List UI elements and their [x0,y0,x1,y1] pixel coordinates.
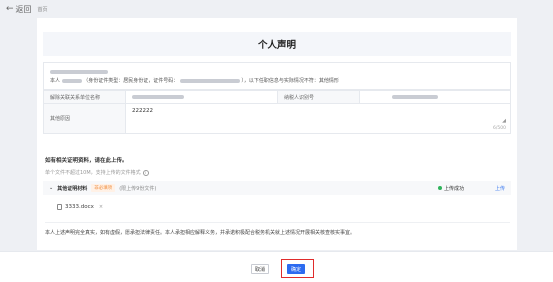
cancel-button[interactable]: 取消 [251,264,269,274]
title-box: 个人声明 [43,32,511,56]
proof-hint: 单个文件不超过10M，支持上传的文件格式 i [45,169,149,176]
statement-line-1 [50,68,504,77]
taxpayer-value [360,91,510,103]
employer-label: 解除关联关系单位名称 [44,91,126,103]
material-name: 其他证明材料 [57,185,88,192]
resize-handle-icon[interactable]: ◢ [502,118,506,124]
statement-box: 本人 （身份证件类型：居民身份证，证件号码： ），以下任职信息与实际情况不符：其… [43,62,511,90]
chevron-down-icon[interactable]: ⌄ [49,185,53,191]
proof-hint-text: 单个文件不超过10M，支持上传的文件格式 [45,170,141,176]
upload-status-text: 上传成功 [444,185,465,192]
statement-line-2: 本人 （身份证件类型：居民身份证，证件号码： ），以下任职信息与实际情况不符：其… [50,77,504,86]
char-counter: 6/500 [493,126,506,131]
reason-label: 其他原因 [44,104,126,133]
back-button[interactable]: ← 返回 [6,4,32,15]
statement-id-type: （身份证件类型：居民身份证，证件号码： [83,78,179,84]
reason-value: 222222 [132,108,153,114]
material-note: (限上传9份文件) [119,185,157,192]
redacted-name [61,78,82,83]
redacted-id [179,78,240,83]
redacted-text [50,69,108,74]
file-item: 3333.docx × [57,204,103,210]
taxpayer-label: 纳税人识别号 [278,91,360,103]
employer-value [126,91,278,103]
redacted-taxpayer [392,95,438,99]
back-arrow-icon: ← [6,4,14,14]
material-header: ⌄ 其他证明材料 非必填项 (限上传9份文件) 上传成功 上传 [43,181,511,195]
footer-bar: 取消 确定 [0,251,553,282]
proof-title: 如有相关证明资料，请在此上传。 [45,158,128,164]
optional-tag: 非必填项 [91,184,116,192]
redacted-employer [132,95,184,99]
page-title: 个人声明 [257,40,296,51]
upload-status: 上传成功 [438,185,464,192]
top-bar: ← 返回 首页 [0,0,553,18]
commitment-text: 本人上述声明完全真实，如有虚假，愿承担法律责任。本人承担相应解释义务，并承诺积极… [45,222,510,236]
statement-suffix: ），以下任职信息与实际情况不符：其他情形 [241,78,339,84]
breadcrumb[interactable]: 首页 [38,6,48,13]
back-label: 返回 [15,4,32,14]
info-icon[interactable]: i [142,169,149,176]
reason-textarea[interactable]: 222222 ◢ 6/500 [126,104,510,133]
employer-row: 解除关联关系单位名称 纳税人识别号 [43,90,511,104]
declaration-card: 个人声明 本人 （身份证件类型：居民身份证，证件号码： ），以下任职信息与实际情… [37,18,517,250]
file-name[interactable]: 3333.docx [65,204,94,210]
success-dot-icon [438,186,442,190]
file-icon [57,204,62,210]
remove-file-icon[interactable]: × [99,204,103,210]
statement-prefix: 本人 [50,78,61,84]
upload-link[interactable]: 上传 [495,185,505,192]
reason-row: 其他原因 222222 ◢ 6/500 [43,104,511,134]
confirm-button[interactable]: 确定 [287,264,305,274]
